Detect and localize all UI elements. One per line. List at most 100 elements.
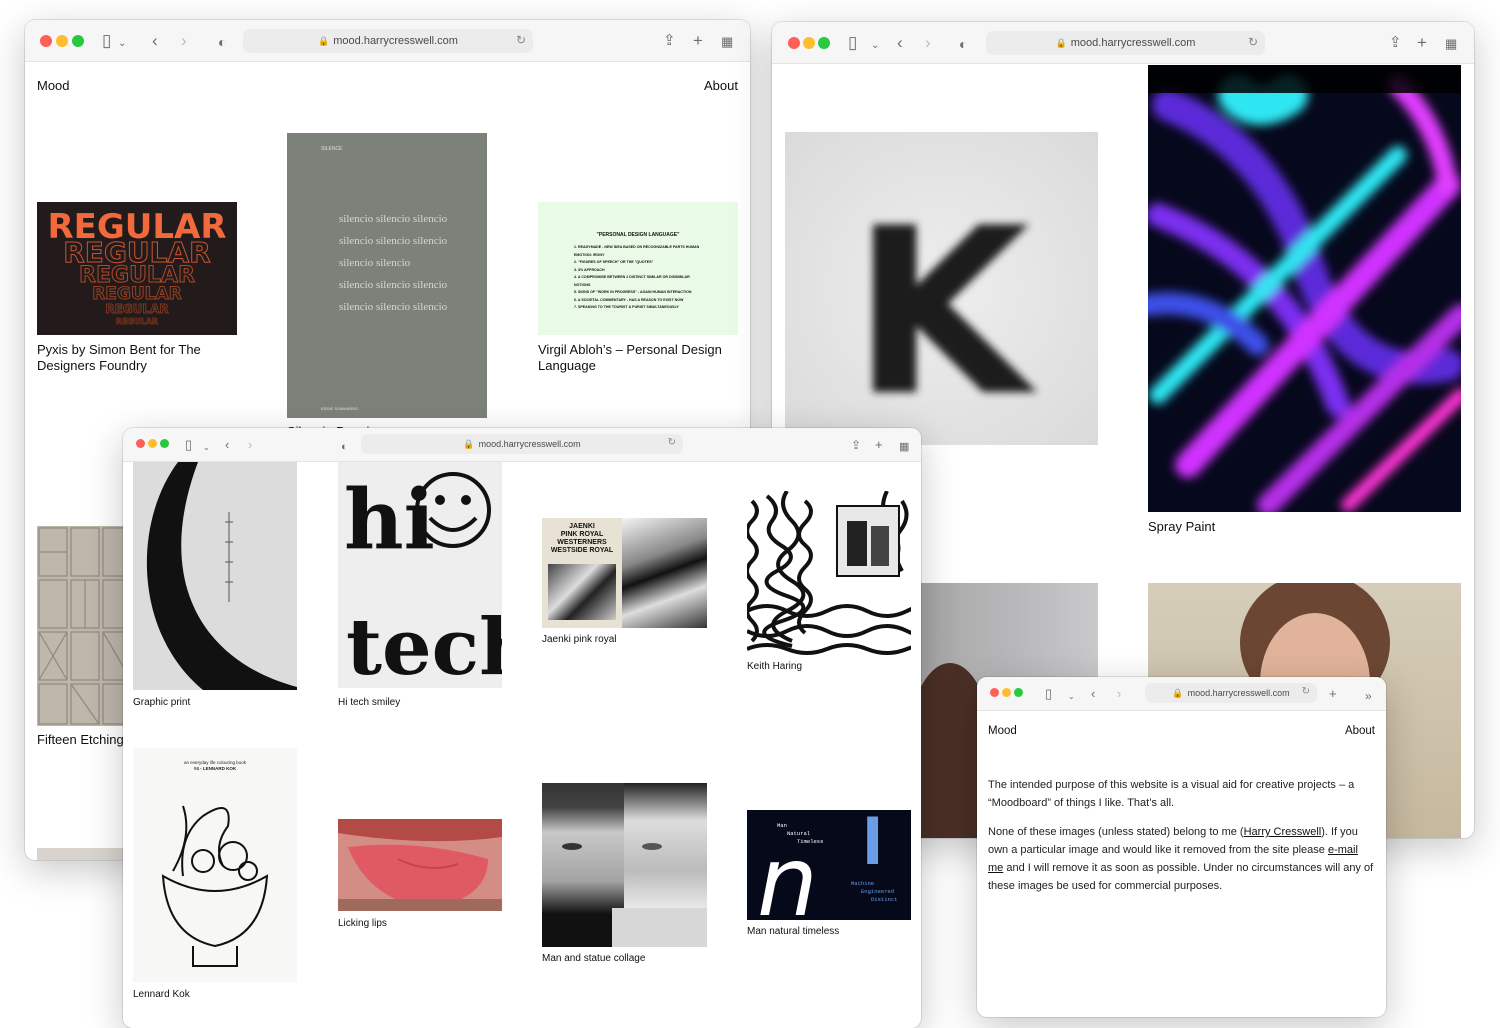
zoom-window-button[interactable] (160, 439, 169, 448)
hi-tech-smiley-image[interactable]: hi tech (338, 462, 502, 688)
site-title-link[interactable]: Mood (988, 725, 1017, 737)
close-window-button[interactable] (990, 688, 999, 697)
shield-icon[interactable]: ◐ (341, 438, 348, 456)
about-paragraph-1: The intended purpose of this website is … (988, 779, 1355, 809)
man-natural-timeless-image[interactable]: Man Natural Timeless n l Machine Engineered… (747, 810, 911, 920)
forward-icon[interactable]: › (181, 32, 187, 50)
new-tab-icon[interactable]: + (693, 32, 703, 50)
svg-text:REGULAR: REGULAR (92, 284, 182, 304)
tab-overview-icon[interactable]: ▦ (899, 438, 909, 456)
sidebar-icon[interactable]: ▯ (102, 32, 111, 50)
minimize-window-button[interactable] (1002, 688, 1011, 697)
about-link[interactable]: About (704, 78, 738, 93)
licking-lips-image[interactable] (338, 819, 502, 911)
harry-cresswell-link[interactable]: Harry Cresswell (1244, 826, 1322, 838)
item-caption[interactable]: Man natural timeless (747, 925, 839, 938)
tab-overview-icon[interactable]: ▦ (721, 33, 733, 51)
chevron-down-icon[interactable]: ⌄ (118, 35, 126, 53)
sidebar-icon[interactable]: ▯ (185, 436, 192, 454)
sidebar-icon[interactable]: ▯ (1045, 685, 1052, 703)
item-caption[interactable]: Spray Paint (1148, 519, 1461, 535)
item-caption[interactable]: Graphic print (133, 696, 190, 709)
zoom-window-button[interactable] (1014, 688, 1023, 697)
share-icon[interactable]: ⇪ (851, 436, 861, 454)
new-tab-icon[interactable]: + (1329, 685, 1337, 703)
lock-icon: 🔒 (1172, 687, 1184, 698)
pyxis-image[interactable]: REGULAR REGULAR REGULAR REGULAR REGULAR … (37, 202, 237, 335)
close-window-button[interactable] (136, 439, 145, 448)
item-caption[interactable]: Keith Haring (747, 660, 802, 673)
toolbar: ▯ ⌄ ‹ › 🔒 mood.harrycresswell.com ↻ + » (977, 677, 1386, 711)
url-text: mood.harrycresswell.com (1187, 688, 1290, 698)
reload-icon[interactable]: ↻ (668, 437, 676, 448)
minimize-window-button[interactable] (803, 37, 815, 49)
back-icon[interactable]: ‹ (897, 34, 903, 52)
shield-icon[interactable]: ◐ (218, 33, 226, 51)
minimize-window-button[interactable] (148, 439, 157, 448)
new-tab-icon[interactable]: + (1417, 34, 1427, 52)
toolbar: ▯ ⌄ ‹ › ◐ 🔒 mood.harrycresswell.com ↻ ⇪ +… (123, 428, 921, 462)
back-icon[interactable]: ‹ (1091, 685, 1095, 703)
url-text: mood.harrycresswell.com (1070, 37, 1196, 49)
spray-paint-image[interactable] (1148, 65, 1461, 512)
site-title-link[interactable]: Mood (37, 78, 70, 93)
svg-text:REGULAR: REGULAR (116, 317, 158, 326)
item-caption[interactable]: Licking lips (338, 917, 387, 930)
item-caption[interactable]: Virgil Abloh’s – Personal Design Languag… (538, 342, 738, 374)
chevron-down-icon[interactable]: ⌄ (203, 439, 210, 457)
about-paragraph-2: None of these images (unless stated) bel… (988, 826, 1374, 892)
virgil-abloh-image[interactable]: "PERSONAL DESIGN LANGUAGE" 1. READYMADE … (538, 202, 738, 335)
man-statue-collage-image[interactable] (542, 783, 707, 947)
new-tab-icon[interactable]: + (875, 436, 883, 454)
keith-haring-image[interactable] (747, 491, 911, 655)
chevron-down-icon[interactable]: ⌄ (1068, 688, 1075, 706)
reload-icon[interactable]: ↻ (516, 33, 526, 47)
chevron-down-icon[interactable]: ⌄ (871, 37, 879, 55)
lock-icon: 🔒 (463, 438, 475, 449)
close-window-button[interactable] (40, 35, 52, 47)
lennard-kok-image[interactable]: an everyday life colouring book #4 - LENN… (133, 748, 297, 982)
address-bar[interactable]: 🔒 mood.harrycresswell.com ↻ (1145, 683, 1317, 703)
reload-icon[interactable]: ↻ (1302, 686, 1310, 697)
item-caption[interactable]: Lennard Kok (133, 988, 190, 1001)
reload-icon[interactable]: ↻ (1248, 35, 1258, 49)
item-caption[interactable]: Man and statue collage (542, 952, 645, 965)
shield-icon[interactable]: ◐ (959, 35, 967, 53)
close-window-button[interactable] (788, 37, 800, 49)
toolbar: ▯ ⌄ ‹ › ◐ 🔒 mood.harrycresswell.com ↻ ⇪ +… (772, 22, 1474, 64)
tech-text: tech (346, 602, 502, 688)
address-bar[interactable]: 🔒 mood.harrycresswell.com ↻ (986, 31, 1265, 55)
url-text: mood.harrycresswell.com (478, 439, 581, 449)
sidebar-icon[interactable]: ▯ (848, 34, 857, 52)
item-caption[interactable]: Jaenki pink royal (542, 633, 616, 646)
address-bar[interactable]: 🔒 mood.harrycresswell.com ↻ (361, 434, 683, 454)
zoom-window-button[interactable] (72, 35, 84, 47)
zoom-window-button[interactable] (818, 37, 830, 49)
jaenki-image[interactable]: JAENKI PINK ROYAL WESTERNERS WESTSIDE ROYAL (542, 518, 707, 628)
minimize-window-button[interactable] (56, 35, 68, 47)
spray-k-image[interactable]: K (785, 132, 1098, 445)
browser-window-4: ▯ ⌄ ‹ › 🔒 mood.harrycresswell.com ↻ + » M… (977, 677, 1386, 1017)
browser-window-3: ▯ ⌄ ‹ › ◐ 🔒 mood.harrycresswell.com ↻ ⇪ +… (123, 428, 921, 1028)
silencio-footer: EDDIE SOMMARDO (321, 406, 359, 411)
silencio-text: silencio silencio silencio silencio silen… (339, 213, 448, 313)
lock-icon: 🔒 (318, 35, 330, 46)
forward-icon[interactable]: › (925, 34, 931, 52)
address-bar[interactable]: 🔒 mood.harrycresswell.com ↻ (243, 29, 533, 53)
forward-icon[interactable]: › (248, 436, 252, 454)
back-icon[interactable]: ‹ (225, 436, 229, 454)
share-icon[interactable]: ⇪ (1389, 34, 1402, 52)
tab-overview-icon[interactable]: ▦ (1445, 35, 1457, 53)
lock-icon: 🔒 (1055, 37, 1067, 48)
item-caption[interactable]: Hi tech smiley (338, 696, 400, 709)
url-text: mood.harrycresswell.com (333, 35, 458, 47)
toolbar: ▯ ⌄ ‹ › ◐ 🔒 mood.harrycresswell.com ↻ ⇪ +… (25, 20, 750, 62)
more-tabs-icon[interactable]: » (1365, 687, 1372, 705)
item-caption[interactable]: Pyxis by Simon Bent for The Designers Fo… (37, 342, 237, 374)
share-icon[interactable]: ⇪ (663, 32, 676, 50)
about-link[interactable]: About (1345, 725, 1375, 737)
back-icon[interactable]: ‹ (152, 32, 158, 50)
forward-icon[interactable]: › (1117, 685, 1121, 703)
silencio-image[interactable]: SILENCE silencio silencio silencio silenc… (287, 133, 487, 418)
graphic-print-image[interactable] (133, 462, 297, 690)
